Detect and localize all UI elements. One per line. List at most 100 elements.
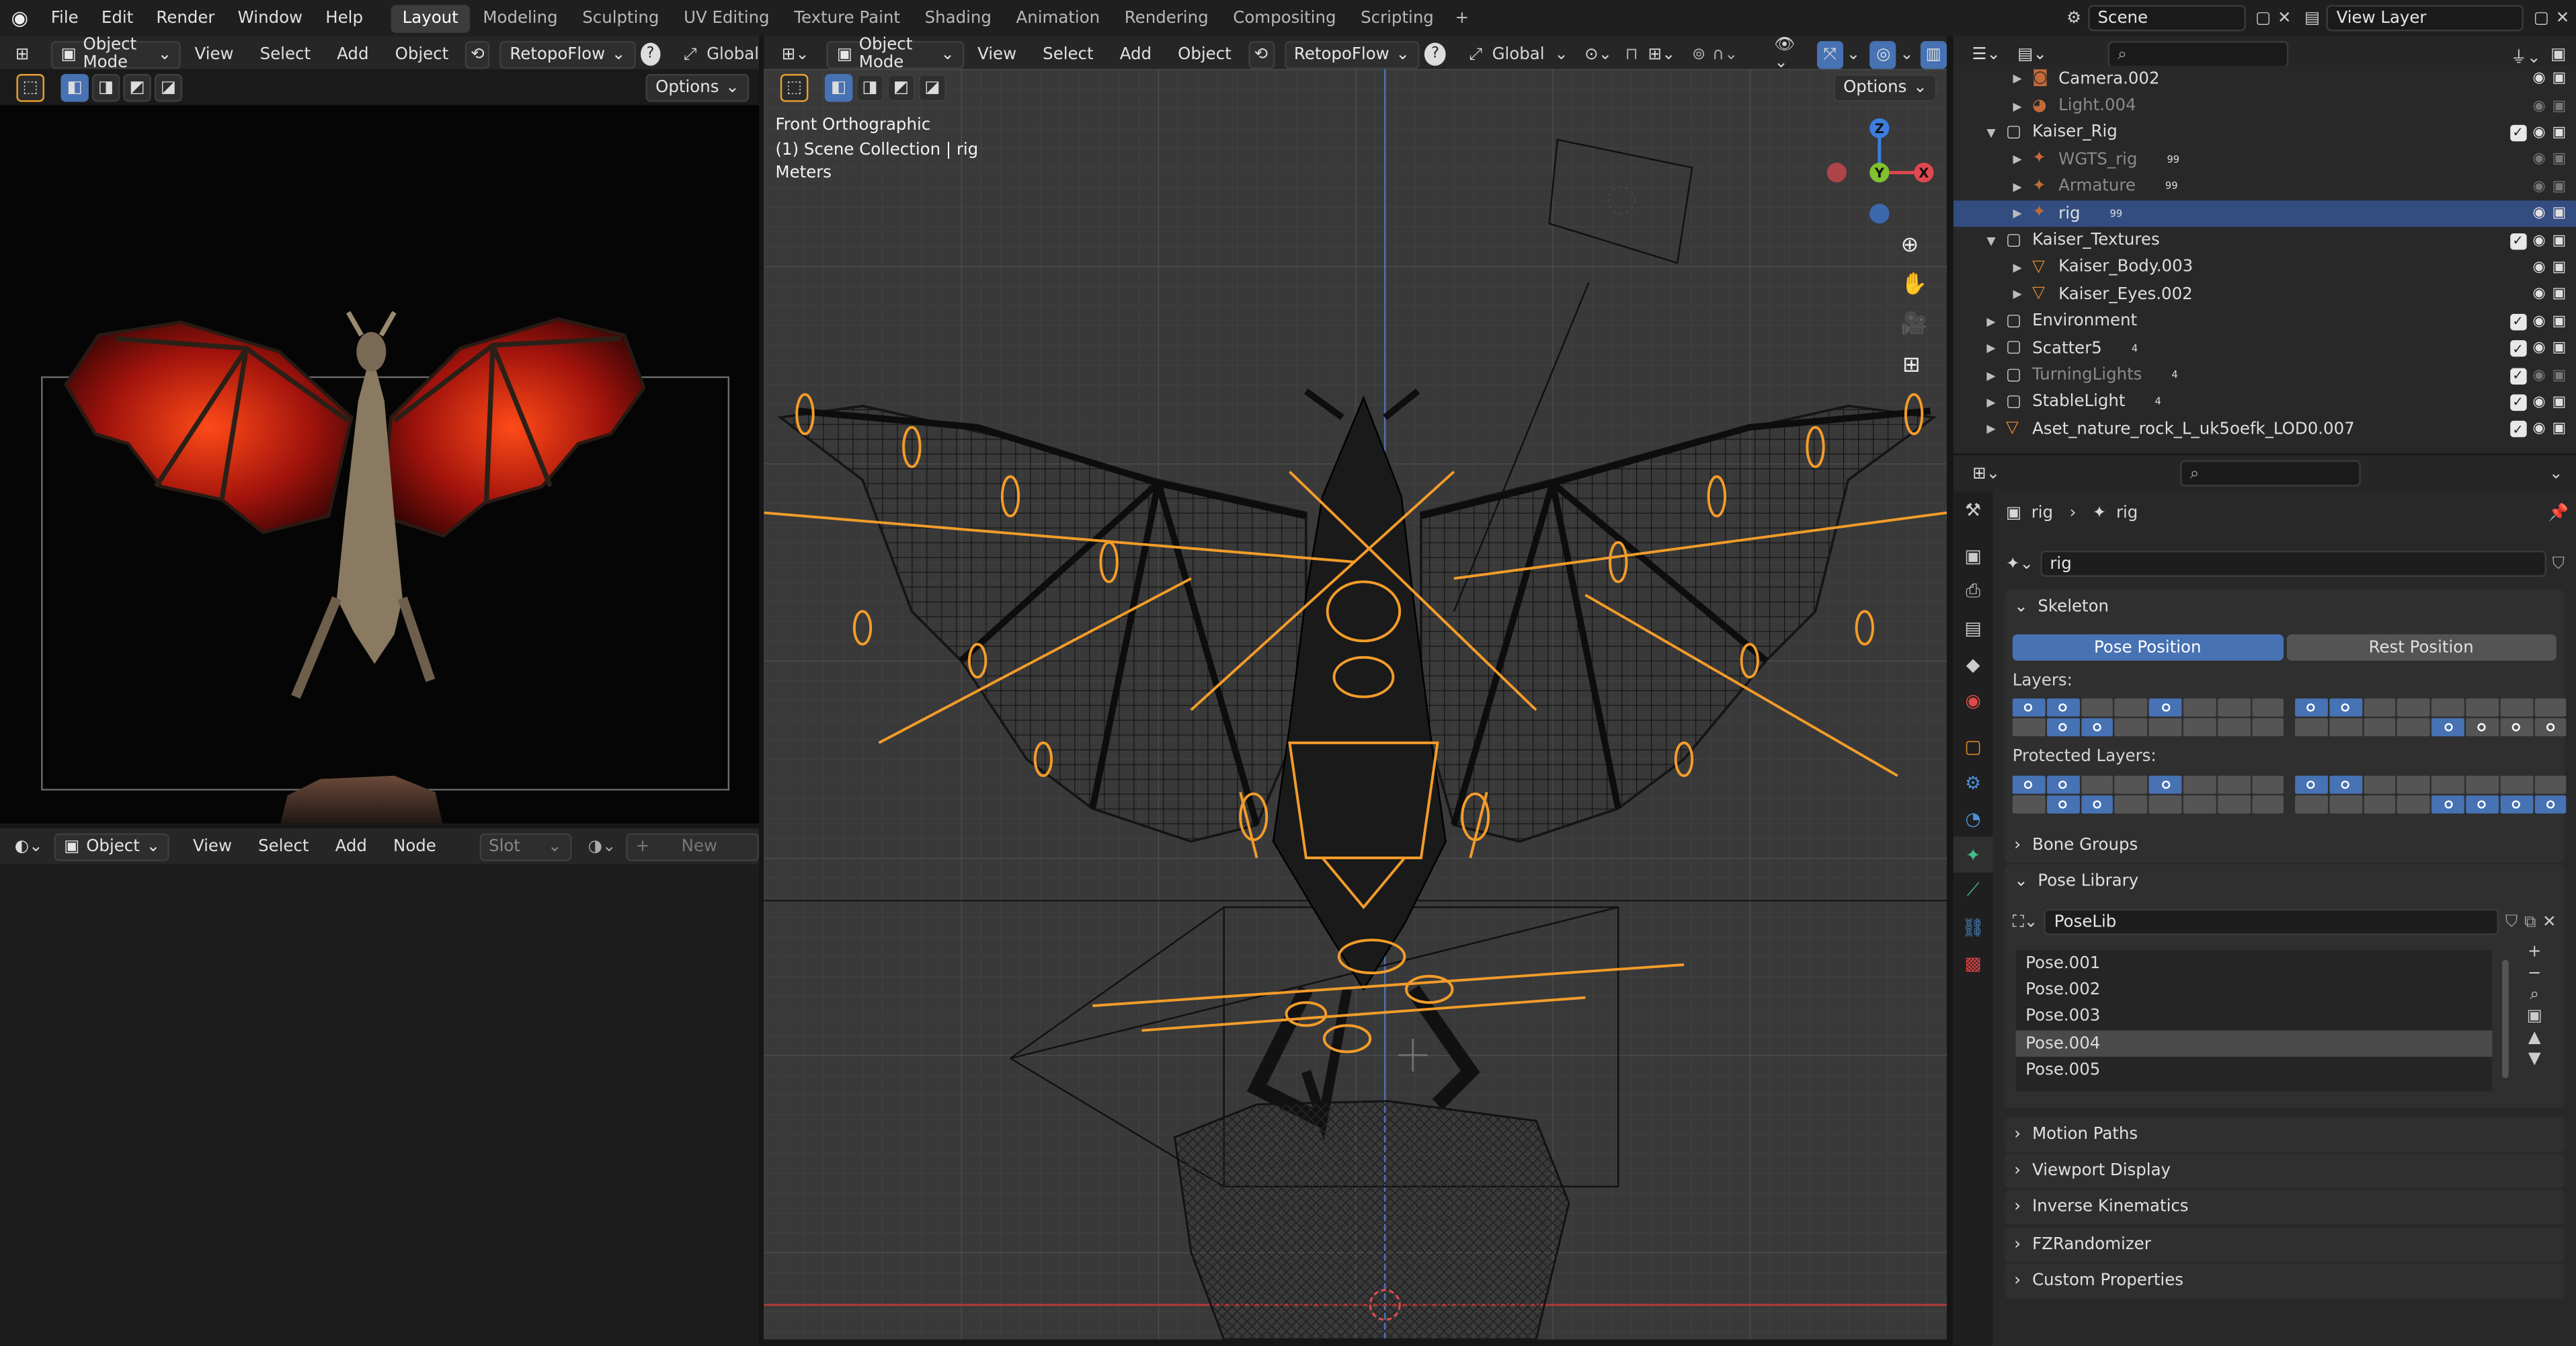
panel-fzrandomizer[interactable]: › FZRandomizer xyxy=(2004,1227,2565,1262)
fake-user-icon[interactable]: ⛉ xyxy=(2552,555,2565,573)
blender-logo-icon[interactable]: ◉ xyxy=(0,7,40,30)
workspace-tab-animation[interactable]: Animation xyxy=(1004,4,1111,32)
workspace-tab-modeling[interactable]: Modeling xyxy=(471,4,569,32)
shader-type-dropdown[interactable]: ▣ Object ⌄ xyxy=(54,832,170,861)
expand-triangle-icon[interactable]: ▶ xyxy=(2009,288,2025,302)
select-subtract-icon[interactable]: ◩ xyxy=(123,73,151,102)
select-subtract-icon[interactable]: ◩ xyxy=(887,73,916,102)
pose-item[interactable]: Pose.003 xyxy=(2016,1004,2493,1031)
select-extend-icon[interactable]: ◨ xyxy=(91,73,120,102)
menu-select[interactable]: Select xyxy=(1030,45,1107,63)
layer-cell[interactable] xyxy=(2295,775,2328,794)
skeleton-panel-header[interactable]: ⌄ Skeleton xyxy=(2005,590,2565,625)
menu-add[interactable]: Add xyxy=(1106,45,1164,63)
orientation-icon[interactable]: ⤢ xyxy=(1469,45,1482,63)
menu-view[interactable]: View xyxy=(179,837,245,855)
new-material-button[interactable]: + New xyxy=(626,832,760,861)
physics-tab-icon[interactable]: ◔ xyxy=(1954,800,1993,836)
menu-select[interactable]: Select xyxy=(245,837,323,855)
bone-tab-icon[interactable]: ⟋ xyxy=(1954,873,1993,909)
workspace-tab-texture-paint[interactable]: Texture Paint xyxy=(782,4,912,32)
layer-cell[interactable] xyxy=(2500,718,2533,737)
eye-icon[interactable]: ◉ xyxy=(2533,179,2546,195)
pose-position-button[interactable]: Pose Position xyxy=(2012,634,2283,661)
collection-checkbox[interactable]: ✓ xyxy=(2509,233,2526,249)
layer-cell[interactable] xyxy=(2329,718,2362,737)
layer-cell[interactable] xyxy=(2149,718,2182,737)
layer-cell[interactable] xyxy=(2466,775,2499,794)
chevron-down-icon[interactable]: ⌄ xyxy=(1900,45,1914,63)
collection-checkbox[interactable]: ✓ xyxy=(2509,367,2526,384)
poselib-name-field[interactable]: PoseLib xyxy=(2044,908,2499,935)
workspace-tab-layout[interactable]: Layout xyxy=(391,4,470,32)
menu-object[interactable]: Object xyxy=(382,45,462,63)
rest-position-button[interactable]: Rest Position xyxy=(2286,634,2557,661)
collection-checkbox[interactable]: ✓ xyxy=(2509,421,2526,438)
bone-constraint-tab-icon[interactable]: ⛓ xyxy=(1954,909,1993,945)
layer-cell[interactable] xyxy=(2431,775,2464,794)
properties-search[interactable]: ⌕ xyxy=(2180,460,2361,487)
eye-icon[interactable]: ◉ xyxy=(2533,260,2546,276)
unlink-icon[interactable]: ✕ xyxy=(2542,913,2557,931)
collection-checkbox[interactable]: ✓ xyxy=(2509,313,2526,330)
pose-item[interactable]: Pose.004 xyxy=(2015,1030,2493,1058)
layer-cell[interactable] xyxy=(2012,795,2046,814)
camera-view-icon[interactable]: 🎥 xyxy=(1901,312,1928,337)
layer-cell[interactable] xyxy=(2397,698,2430,717)
layer-cell[interactable] xyxy=(2397,795,2430,814)
collection-checkbox[interactable]: ✓ xyxy=(2509,340,2526,357)
layer-cell[interactable] xyxy=(2500,795,2533,814)
eye-icon[interactable]: ◉ xyxy=(2533,206,2546,222)
outliner-row[interactable]: ▼ ▢ Kaiser_Textures ✓ ◉ ▣ xyxy=(1954,227,2576,254)
modifier-tab-icon[interactable]: ⚙ xyxy=(1954,764,1993,801)
pose-library-header[interactable]: ⌄ Pose Library xyxy=(2005,865,2565,899)
layer-cell[interactable] xyxy=(2081,718,2114,737)
layer-cell[interactable] xyxy=(2012,775,2046,794)
panel-inverse-kinematics[interactable]: › Inverse Kinematics xyxy=(2004,1190,2565,1226)
transform-pivot-icon[interactable]: ⟲ xyxy=(465,40,491,69)
sanitize-icon[interactable]: ▣ xyxy=(2527,1007,2542,1025)
camera-render-icon[interactable]: ▣ xyxy=(2552,152,2567,168)
editor-type-icon[interactable]: ⊞⌄ xyxy=(774,40,817,69)
falloff-icon[interactable]: ∩⌄ xyxy=(1712,45,1738,63)
layer-cell[interactable] xyxy=(2217,795,2251,814)
outliner-row[interactable]: ▶ ▢ StableLight 4 ✓ ◉ ▣ xyxy=(1954,389,2576,416)
expand-triangle-icon[interactable]: ▶ xyxy=(1983,396,1999,409)
3d-viewport[interactable]: Front Orthographic (1) Scene Collection … xyxy=(764,69,1947,1340)
expand-triangle-icon[interactable]: ▶ xyxy=(2009,262,2025,275)
outliner-row[interactable]: ▶ ▽ Kaiser_Eyes.002 ◉ ▣ xyxy=(1954,281,2576,308)
scene-tab-icon[interactable]: ◆ xyxy=(1954,646,1993,682)
camera-render-icon[interactable]: ▣ xyxy=(2552,206,2567,222)
menu-file[interactable]: File xyxy=(40,9,90,27)
layer-cell[interactable] xyxy=(2363,698,2397,717)
layer-cell[interactable] xyxy=(2217,775,2251,794)
chevron-down-icon[interactable]: ⌄ xyxy=(2549,465,2563,483)
eye-icon[interactable]: ◉ xyxy=(2533,368,2546,384)
layer-cell[interactable] xyxy=(2046,698,2079,717)
ortho-grid-icon[interactable]: ⊞ xyxy=(1902,354,1921,379)
eye-icon[interactable]: ◉ xyxy=(2533,152,2546,168)
navigation-gizmo[interactable]: Z Y X xyxy=(1822,115,1937,230)
expand-triangle-icon[interactable]: ▶ xyxy=(2009,73,2025,86)
menu-help[interactable]: Help xyxy=(314,9,374,27)
pin-icon[interactable]: 📌 xyxy=(2548,504,2568,522)
duplicate-icon[interactable]: ⧉ xyxy=(2524,913,2536,931)
overlay-toggle-icon[interactable]: ◎ xyxy=(1869,40,1897,69)
chevron-down-icon[interactable]: ⌄ xyxy=(1847,45,1861,63)
outliner-search[interactable]: ⌕ xyxy=(2107,41,2289,68)
outliner-row[interactable]: ▶ ▽ Aset_nature_rock_L_uk5oefk_LOD0.007 ✓ ◉ ▣ xyxy=(1954,416,2576,443)
layer-cell[interactable] xyxy=(2149,775,2182,794)
layer-cell[interactable] xyxy=(2046,718,2079,737)
layer-cell[interactable] xyxy=(2466,795,2499,814)
layer-cell[interactable] xyxy=(2534,718,2567,737)
layer-cell[interactable] xyxy=(2534,775,2567,794)
select-tool-icon[interactable]: ⬚ xyxy=(16,73,44,102)
camera-render-icon[interactable]: ▣ xyxy=(2552,286,2567,303)
outliner-row[interactable]: ▼ ▢ Kaiser_Rig ✓ ◉ ▣ xyxy=(1954,120,2576,147)
outliner-row[interactable]: ▶ ✦ rig 99 ◉ ▣ xyxy=(1953,200,2576,228)
filter-icon[interactable]: ⏚⌄ xyxy=(2511,42,2541,67)
eye-icon[interactable]: ◉ xyxy=(2533,71,2546,87)
layer-cell[interactable] xyxy=(2534,698,2567,717)
layer-cell[interactable] xyxy=(2251,775,2284,794)
pose-item[interactable]: Pose.002 xyxy=(2016,977,2493,1004)
